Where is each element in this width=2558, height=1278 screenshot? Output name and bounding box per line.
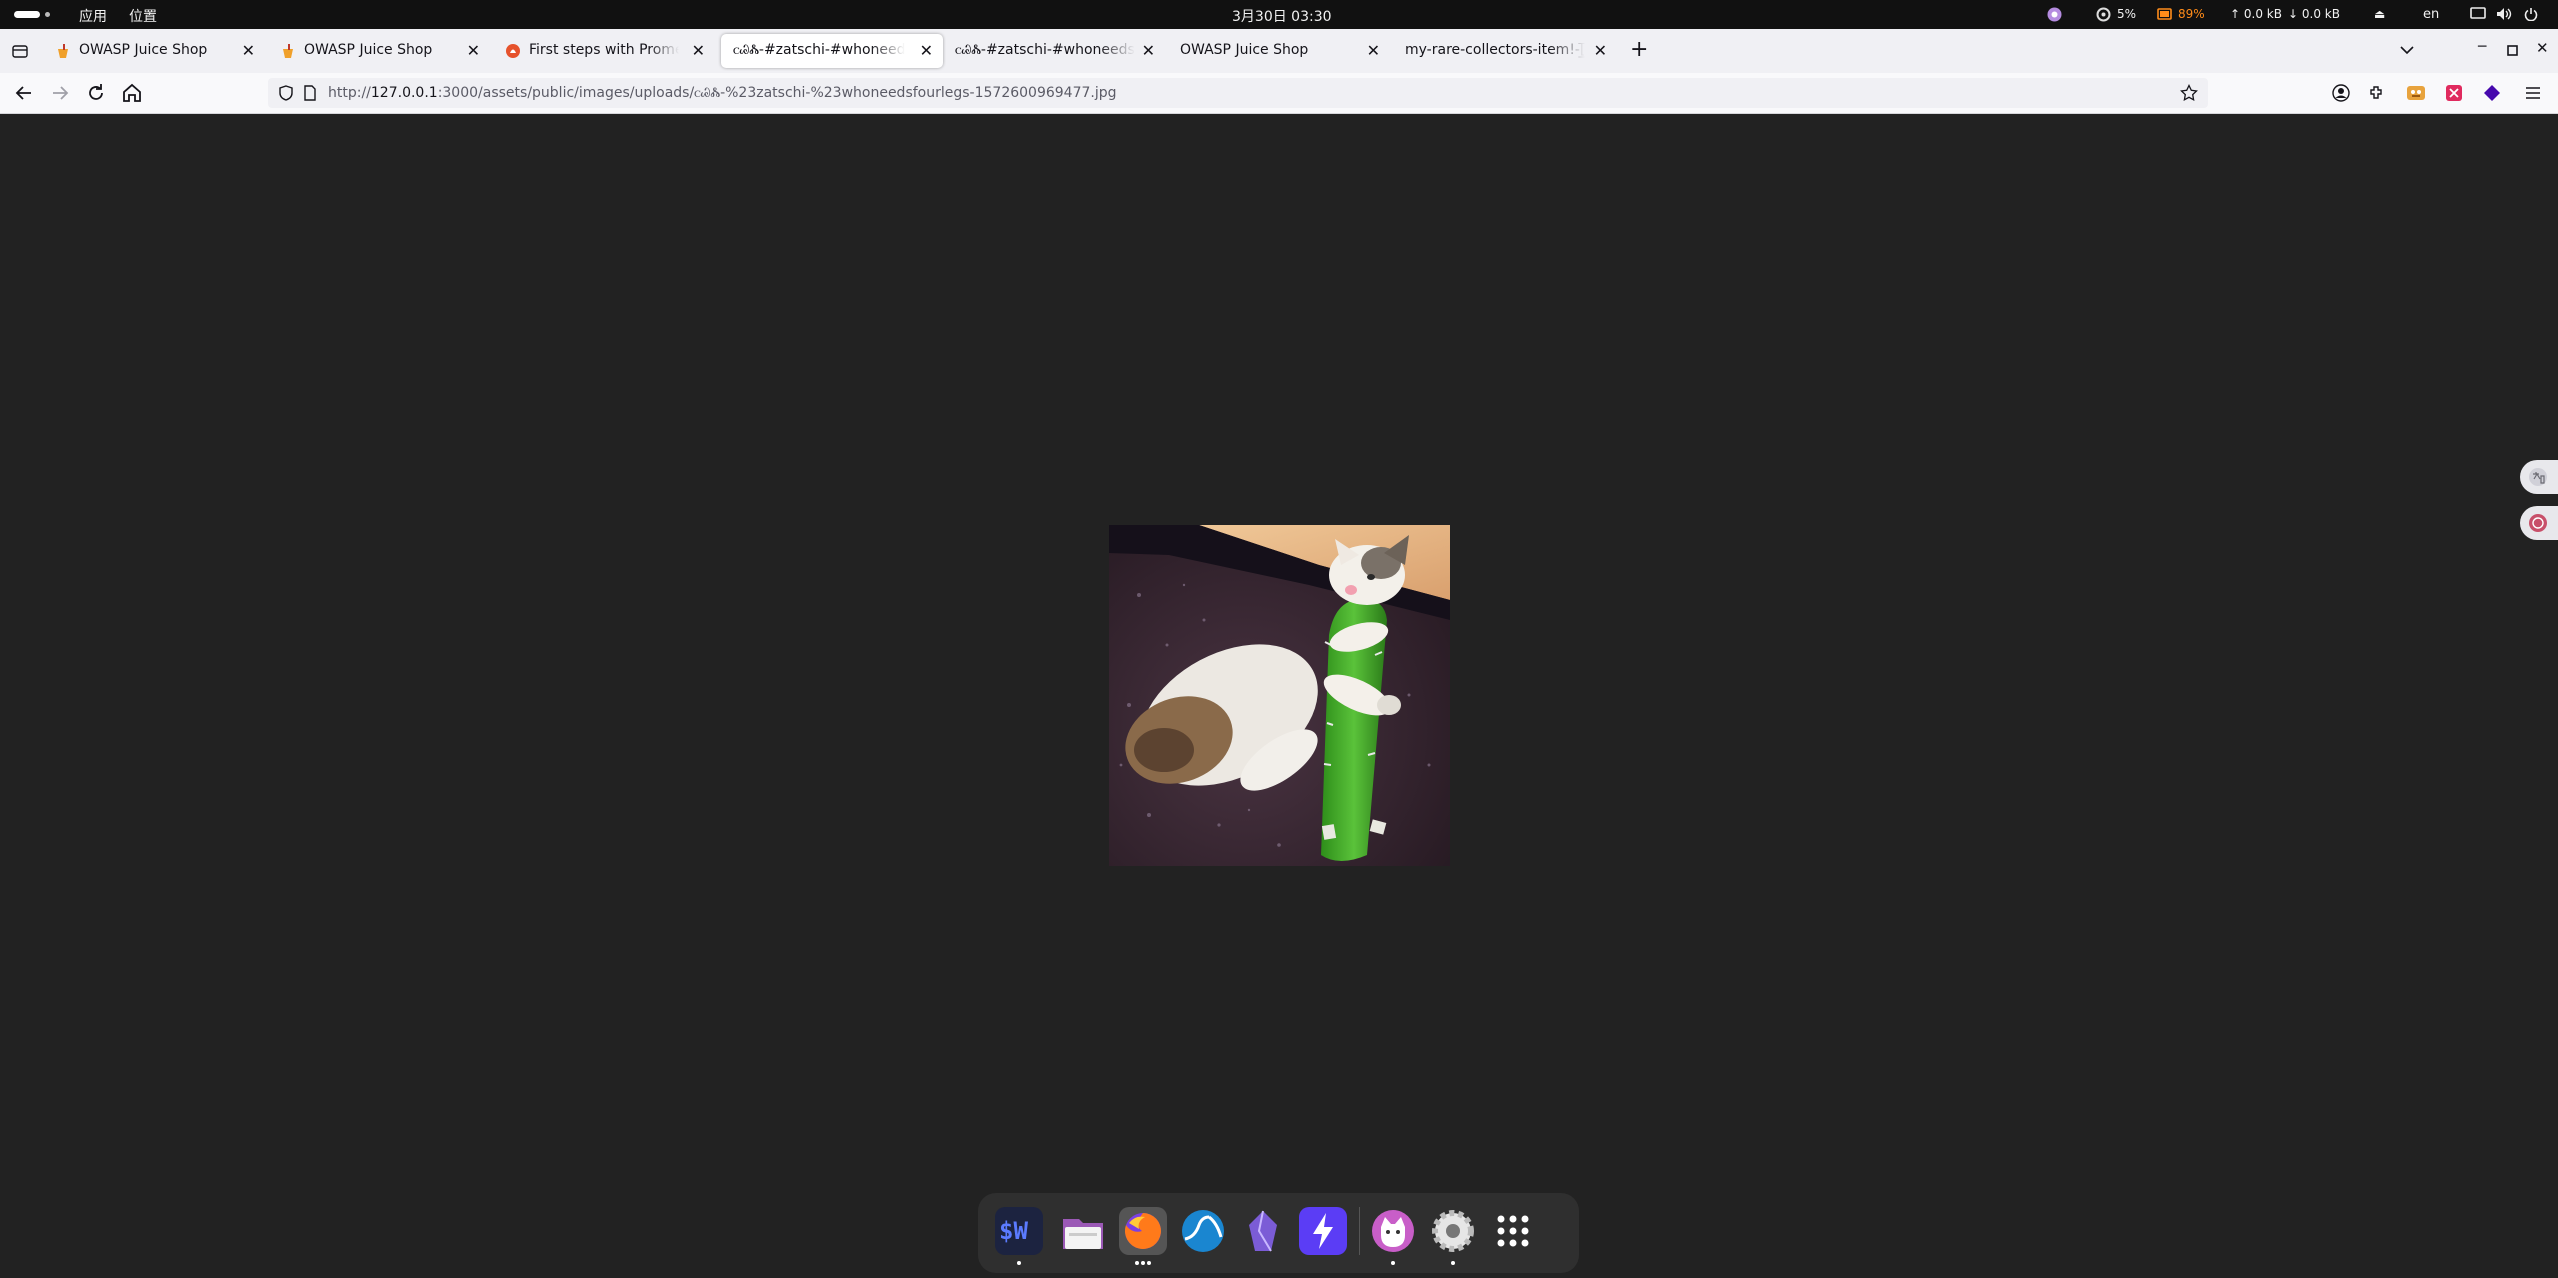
- eject-icon[interactable]: ⏏: [2374, 7, 2385, 21]
- tab-title: OWASP Juice Shop: [304, 42, 433, 58]
- prometheus-icon: [506, 44, 520, 58]
- tab-strip: OWASP Juice Shop ✕ OWASP Juice Shop ✕ Fi…: [0, 29, 2558, 73]
- tab-title: First steps with Prometheus: [529, 42, 679, 58]
- app-grid-icon[interactable]: [1489, 1207, 1537, 1255]
- translate-icon: [2529, 468, 2547, 486]
- running-indicator: [1147, 1261, 1151, 1265]
- side-avatar-button[interactable]: [2520, 506, 2558, 540]
- tab-title: OWASP Juice Shop: [1180, 42, 1309, 58]
- obsidian-app-icon[interactable]: [1239, 1207, 1287, 1255]
- close-window-button[interactable]: ✕: [2536, 39, 2549, 57]
- cpu-icon: [2096, 7, 2111, 22]
- tab-zatschi-active[interactable]: ꮯᏊᏜ-#zatschi-#whoneedsfourlegs ✕: [721, 34, 943, 68]
- url-host: 127.0.0.1: [370, 85, 438, 101]
- volume-icon[interactable]: [2496, 7, 2512, 21]
- apps-menu[interactable]: 应用: [79, 6, 107, 26]
- tab-title: OWASP Juice Shop: [79, 42, 208, 58]
- close-tab-icon[interactable]: ✕: [692, 41, 705, 60]
- close-tab-icon[interactable]: ✕: [1142, 41, 1155, 60]
- tab-list-icon[interactable]: [12, 43, 28, 59]
- juice-shop-icon: [283, 44, 293, 58]
- running-indicator: [1141, 1261, 1145, 1265]
- running-indicator: [1135, 1261, 1139, 1265]
- extension-icon[interactable]: [2047, 7, 2062, 22]
- back-icon[interactable]: [12, 81, 36, 105]
- tab-zatschi[interactable]: ꮯᏊᏜ-#zatschi-#whoneedsfourlegs ✕: [945, 34, 1165, 68]
- reload-icon[interactable]: [84, 81, 108, 105]
- forward-icon[interactable]: [48, 81, 72, 105]
- net-upload: ↑ 0.0 kB: [2230, 7, 2282, 21]
- running-indicator: [1391, 1261, 1395, 1265]
- dock-separator: [1359, 1207, 1361, 1255]
- url-text[interactable]: http://127.0.0.1:3000/assets/public/imag…: [328, 85, 1117, 101]
- juice-shop-icon: [58, 44, 68, 58]
- tab-juice-shop-3[interactable]: OWASP Juice Shop ✕: [1170, 34, 1390, 68]
- url-path: :3000/assets/public/images/uploads/ꮯᏊᏜ-%…: [437, 85, 1117, 101]
- close-tab-icon[interactable]: ✕: [467, 41, 480, 60]
- files-app-icon[interactable]: [1059, 1207, 1107, 1255]
- menu-hamburger-icon[interactable]: [2524, 84, 2542, 102]
- cat-app-icon[interactable]: [1369, 1207, 1417, 1255]
- power-icon[interactable]: [2524, 7, 2538, 21]
- home-icon[interactable]: [120, 81, 144, 105]
- avatar-icon: [2529, 514, 2547, 532]
- shield-icon[interactable]: [278, 85, 294, 101]
- clock[interactable]: 3月30日 03:30: [1232, 6, 1332, 26]
- keyboard-layout[interactable]: en: [2423, 7, 2439, 22]
- tab-prometheus[interactable]: First steps with Prometheus ✕: [495, 34, 715, 68]
- tab-title: ꮯᏊᏜ-#zatschi-#whoneedsfourlegs: [955, 42, 1135, 58]
- net-download: ↓ 0.0 kB: [2288, 7, 2340, 21]
- battery-icon: [2157, 8, 2172, 20]
- cpu-usage: 5%: [2117, 7, 2137, 21]
- bolt-app-icon[interactable]: [1299, 1207, 1347, 1255]
- cat-with-cactus-toy-image: [1109, 525, 1450, 866]
- close-tab-icon[interactable]: ✕: [242, 41, 255, 60]
- url-bar[interactable]: http://127.0.0.1:3000/assets/public/imag…: [268, 78, 2208, 108]
- navigation-toolbar: http://127.0.0.1:3000/assets/public/imag…: [0, 73, 2558, 114]
- viewed-image[interactable]: [1109, 525, 1450, 866]
- chevron-down-icon[interactable]: [2400, 45, 2414, 55]
- terminal-app-icon[interactable]: $W: [995, 1207, 1043, 1255]
- places-menu[interactable]: 位置: [129, 6, 157, 26]
- wireshark-app-icon[interactable]: [1179, 1207, 1227, 1255]
- hackbar-extension-icon[interactable]: [2444, 83, 2464, 103]
- maximize-button[interactable]: [2507, 45, 2518, 56]
- workspace-indicator[interactable]: [45, 12, 50, 17]
- tab-juice-shop-2[interactable]: OWASP Juice Shop ✕: [270, 34, 490, 68]
- close-tab-icon[interactable]: ✕: [1594, 41, 1607, 60]
- tab-juice-shop-1[interactable]: OWASP Juice Shop ✕: [45, 34, 265, 68]
- url-prefix: http://: [328, 85, 371, 101]
- running-indicator: [1017, 1261, 1021, 1265]
- extensions-icon[interactable]: [2368, 84, 2386, 102]
- running-indicator: [1451, 1261, 1455, 1265]
- dock: $W: [978, 1193, 1579, 1273]
- account-icon[interactable]: [2332, 84, 2350, 102]
- burp-extension-icon[interactable]: [2406, 83, 2426, 103]
- tab-title: my-rare-collectors-item!-[̲̅$̲̅(̲̅ ͡° ͜ʖ…: [1405, 42, 1585, 58]
- terminal-app-label: $W: [999, 1217, 1028, 1245]
- wappalyzer-extension-icon[interactable]: [2482, 83, 2502, 103]
- close-tab-icon[interactable]: ✕: [920, 41, 933, 60]
- system-top-bar: 应用 位置 3月30日 03:30 5% 89% ↑ 0.0 kB ↓ 0.0 …: [0, 0, 2558, 29]
- battery-level: 89%: [2178, 7, 2205, 21]
- new-tab-button[interactable]: +: [1630, 37, 1648, 62]
- tab-collectors-item[interactable]: my-rare-collectors-item!-[̲̅$̲̅(̲̅ ͡° ͜ʖ…: [1395, 34, 1617, 68]
- minimize-button[interactable]: ─: [2478, 39, 2486, 55]
- screen-icon[interactable]: [2470, 7, 2486, 21]
- side-translate-button[interactable]: [2520, 460, 2558, 494]
- tab-title: ꮯᏊᏜ-#zatschi-#whoneedsfourlegs: [733, 42, 905, 58]
- page-icon[interactable]: [302, 85, 318, 101]
- workspace-indicator-active[interactable]: [14, 11, 40, 18]
- close-tab-icon[interactable]: ✕: [1367, 41, 1380, 60]
- bookmark-star-icon[interactable]: [2180, 84, 2198, 102]
- settings-app-icon[interactable]: [1429, 1207, 1477, 1255]
- firefox-app-icon[interactable]: [1119, 1207, 1167, 1255]
